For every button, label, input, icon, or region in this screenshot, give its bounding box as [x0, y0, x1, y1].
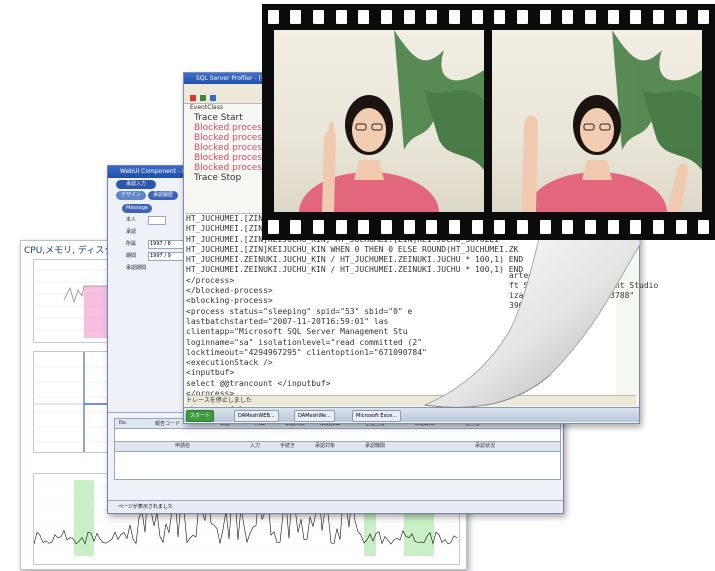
film-sprocket-hole: [584, 220, 596, 234]
field-label-3: 所属: [126, 241, 137, 247]
properties-icon[interactable]: [210, 95, 216, 101]
film-sprocket-hole: [403, 220, 415, 234]
film-sprocket-hole: [358, 10, 370, 24]
film-sprocket-hole: [494, 220, 506, 234]
film-sprocket-hole: [426, 220, 438, 234]
film-sprocket-hole: [698, 220, 710, 234]
stop-icon[interactable]: [190, 95, 196, 101]
film-sprocket-hole: [607, 10, 619, 24]
film-sprocket-hole: [449, 10, 461, 24]
col-input: 入力: [250, 443, 261, 449]
taskbar-item-2[interactable]: DAMeshWe...: [294, 410, 335, 422]
approval-input-header[interactable]: 承認入力: [116, 180, 156, 189]
film-sprocket-hole: [539, 10, 551, 24]
page-curl-graphic: [423, 234, 641, 408]
detail-table: No. 報告コード 承認 所属 承認対象 承認詳細 主担当者 承認期間 担当者 …: [114, 418, 561, 480]
col-procedure: 手続き: [280, 443, 296, 449]
film-sprocket-hole: [313, 10, 325, 24]
film-sprocket-hole: [335, 220, 347, 234]
film-sprocket-hole: [539, 220, 551, 234]
film-sprocket-hole: [449, 220, 461, 234]
film-sprocket-hole: [403, 10, 415, 24]
video-frame-1: [274, 30, 484, 212]
film-sprocket-hole: [516, 220, 528, 234]
film-sprocket-hole: [471, 220, 483, 234]
film-strip: [262, 4, 715, 240]
tab-design[interactable]: デザイン: [116, 191, 146, 200]
message-chip[interactable]: Message: [122, 204, 152, 213]
field-label-4: 期間: [126, 253, 137, 259]
film-sprocket-hole: [516, 10, 528, 24]
film-sprocket-hole: [290, 220, 302, 234]
film-sprocket-hole: [494, 10, 506, 24]
col-app-name: 申請名: [175, 443, 191, 449]
eventclass-header: EventClass: [190, 104, 223, 111]
field-input-1[interactable]: [148, 216, 166, 225]
film-sprocket-hole: [290, 10, 302, 24]
film-sprocket-hole: [267, 10, 279, 24]
trace-event-list: Trace Start Blocked process Blocked proc…: [194, 113, 267, 183]
film-sprocket-hole: [652, 220, 664, 234]
perf-chart-memory: [33, 259, 115, 343]
film-sprocket-hole: [607, 220, 619, 234]
field-input-3[interactable]: 1997 / 8: [148, 240, 185, 249]
taskbar-item-3[interactable]: Microsoft Exce...: [352, 410, 401, 422]
film-sprocket-hole: [381, 220, 393, 234]
taskbar-item-1[interactable]: DAMeshWEB...: [234, 410, 279, 422]
field-label-1: 本人: [126, 217, 137, 223]
video-frame-2: [492, 30, 702, 212]
field-label-5: 承認期間: [126, 265, 147, 271]
play-icon[interactable]: [200, 95, 206, 101]
film-sprocket-hole: [471, 10, 483, 24]
trace-row[interactable]: Trace Stop: [194, 173, 267, 183]
col-code: 報告コード: [155, 421, 181, 427]
col-org: 承認機関: [365, 443, 386, 449]
film-sprocket-hole: [675, 10, 687, 24]
field-label-2: 承認: [126, 229, 137, 235]
film-sprocket-hole: [675, 220, 687, 234]
col-target-2: 承認対象: [315, 443, 336, 449]
film-sprocket-hole: [313, 220, 325, 234]
trace-row[interactable]: Blocked process: [194, 143, 267, 153]
film-sprocket-hole: [630, 220, 642, 234]
trace-row[interactable]: Blocked process: [194, 133, 267, 143]
film-holes-bottom: [262, 220, 715, 234]
col-status: 承認状況: [475, 443, 496, 449]
film-sprocket-hole: [698, 10, 710, 24]
tab-history[interactable]: 承認履歴: [148, 191, 178, 200]
field-input-4[interactable]: 1997 / 9: [148, 252, 185, 261]
trace-row[interactable]: Trace Start: [194, 113, 267, 123]
film-sprocket-hole: [426, 10, 438, 24]
col-no: No.: [119, 420, 128, 426]
trace-row[interactable]: Blocked process: [194, 153, 267, 163]
film-holes-top: [262, 10, 715, 24]
film-sprocket-hole: [381, 10, 393, 24]
film-sprocket-hole: [630, 10, 642, 24]
film-sprocket-hole: [562, 10, 574, 24]
film-sprocket-hole: [584, 10, 596, 24]
web-status-bar: ページが表示されました: [108, 500, 563, 512]
film-sprocket-hole: [562, 220, 574, 234]
start-button[interactable]: スタート: [186, 410, 215, 422]
film-sprocket-hole: [652, 10, 664, 24]
trace-row[interactable]: Blocked process: [194, 163, 267, 173]
film-sprocket-hole: [267, 220, 279, 234]
film-sprocket-hole: [335, 10, 347, 24]
trace-row[interactable]: Blocked process: [194, 123, 267, 133]
film-sprocket-hole: [358, 220, 370, 234]
